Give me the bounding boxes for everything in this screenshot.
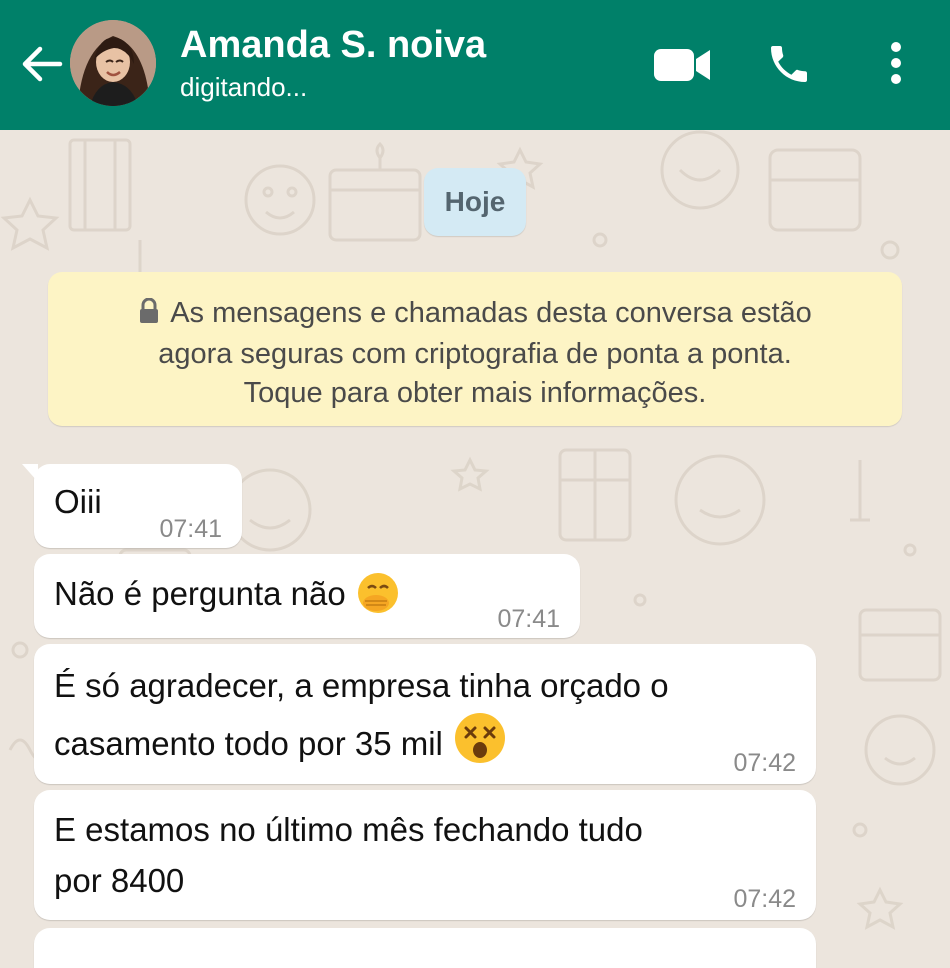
avatar[interactable] bbox=[70, 20, 156, 106]
message-time: 07:42 bbox=[733, 749, 796, 777]
message-text: E estamos no último mês fechando tudo po… bbox=[54, 811, 643, 899]
contact-name[interactable]: Amanda S. noiva bbox=[180, 24, 486, 67]
back-button[interactable] bbox=[20, 44, 64, 84]
message-bubble[interactable]: Não é pergunta não 07:41 bbox=[34, 554, 580, 638]
message-text: É só agradecer, a empresa tinha orçado o… bbox=[54, 660, 669, 779]
phone-icon bbox=[771, 46, 807, 82]
hand-over-mouth-emoji bbox=[356, 571, 400, 629]
lock-icon bbox=[138, 296, 160, 335]
message-bubble[interactable]: É só agradecer, a empresa tinha orçado o… bbox=[34, 644, 816, 784]
message-text: Oiii bbox=[54, 483, 102, 520]
message-time: 07:41 bbox=[159, 515, 222, 543]
more-options-button[interactable] bbox=[884, 40, 908, 86]
video-call-button[interactable] bbox=[652, 44, 714, 86]
date-chip: Hoje bbox=[424, 168, 526, 236]
message-bubble[interactable]: E estamos no último mês fechando tudo po… bbox=[34, 790, 816, 920]
message-bubble[interactable]: Oiii 07:41 bbox=[22, 464, 242, 548]
encryption-notice[interactable]: As mensagens e chamadas desta conversa e… bbox=[48, 272, 902, 426]
message-time: 07:42 bbox=[733, 885, 796, 913]
typing-status: digitando... bbox=[180, 72, 308, 102]
message-bubble-partial[interactable] bbox=[34, 928, 816, 968]
video-call-icon bbox=[654, 49, 710, 81]
message-time: 07:41 bbox=[497, 605, 560, 633]
chat-header: Amanda S. noiva digitando... bbox=[0, 0, 950, 130]
encryption-line: agora seguras com criptografia de ponta … bbox=[158, 338, 792, 370]
encryption-line: As mensagens e chamadas desta conversa e… bbox=[78, 294, 872, 335]
more-vertical-icon bbox=[891, 42, 901, 84]
voice-call-button[interactable] bbox=[764, 40, 814, 88]
dizzy-face-emoji bbox=[453, 711, 507, 779]
back-arrow-icon bbox=[22, 46, 63, 82]
encryption-line: Toque para obter mais informações. bbox=[243, 377, 707, 409]
message-text: Não é pergunta não bbox=[54, 568, 400, 629]
